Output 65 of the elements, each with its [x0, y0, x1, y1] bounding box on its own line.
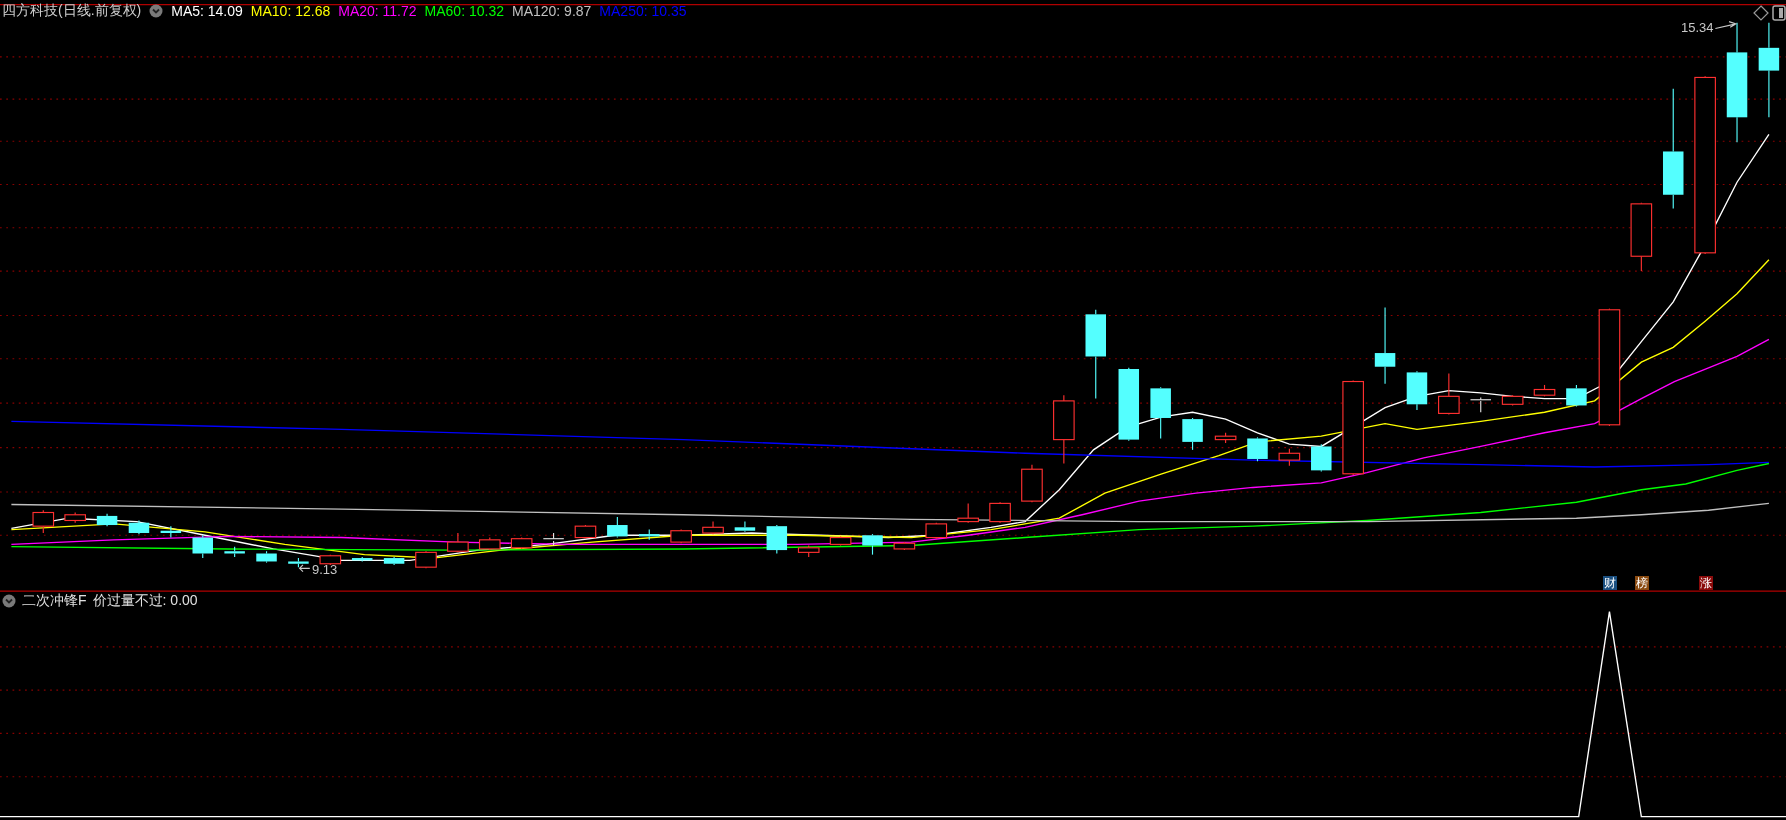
candlestick [128, 519, 150, 535]
moving-average-value: MA20: 11.72 [338, 3, 417, 19]
candlestick [957, 502, 979, 524]
candlestick [862, 533, 883, 556]
pointer-arrow [298, 564, 311, 573]
candlestick [893, 541, 916, 551]
candlestick [542, 532, 565, 547]
candlestick [319, 554, 342, 566]
candlestick [224, 546, 245, 558]
candlestick [1053, 394, 1075, 465]
candlestick [64, 511, 86, 524]
candlestick [1533, 384, 1556, 397]
candlestick [670, 529, 692, 544]
candlestick [192, 534, 213, 559]
panel-toggle-icon[interactable] [1772, 5, 1786, 21]
candlestick [1247, 436, 1268, 462]
candlestick [1438, 373, 1460, 416]
chart-title: 四方科技(日线.前复权) [2, 2, 142, 20]
candlestick [639, 529, 660, 541]
candlestick [734, 521, 756, 533]
candlestick [1566, 384, 1587, 408]
indicator-value: 价过量不过: 0.00 [92, 592, 198, 610]
candlestick [415, 550, 437, 569]
moving-average-value: MA120: 9.87 [511, 3, 592, 19]
candlestick [574, 524, 597, 540]
event-badge[interactable]: 榜 [1635, 576, 1649, 590]
price-label: 9.13 [312, 562, 338, 577]
candlestick [1311, 443, 1332, 473]
candlestick [1150, 386, 1171, 440]
candlestick [256, 550, 277, 564]
candlestick [1630, 202, 1653, 272]
candlestick [288, 557, 309, 568]
candlestick [1182, 417, 1203, 451]
candlestick [1469, 396, 1492, 413]
candlestick [160, 525, 182, 539]
candlestick [1021, 464, 1043, 503]
dropdown-icon[interactable] [149, 4, 164, 18]
candlestick [989, 501, 1011, 524]
price-label: 15.34 [1681, 20, 1714, 35]
candlestick [96, 513, 118, 527]
dropdown-icon[interactable] [2, 594, 16, 608]
candlestick [829, 535, 852, 547]
moving-average-value: MA60: 10.32 [424, 3, 504, 19]
event-badge[interactable]: 财 [1603, 576, 1617, 590]
candlestick [383, 556, 405, 566]
diamond-icon[interactable] [1753, 5, 1769, 21]
candlestick [1406, 370, 1428, 411]
moving-average-value: MA5: 14.09 [171, 3, 243, 19]
moving-average-value: MA10: 12.68 [250, 3, 331, 19]
candlestick [478, 537, 501, 551]
candlestick [1278, 448, 1301, 467]
candlestick [607, 516, 628, 539]
candlestick [766, 524, 788, 555]
candlestick [32, 509, 55, 534]
candlestick [510, 537, 533, 550]
candlestick [1501, 394, 1524, 406]
candlestick [702, 521, 724, 535]
moving-average-value: MA250: 10.35 [599, 3, 687, 19]
pointer-arrow [1714, 21, 1738, 30]
candlestick [1214, 432, 1237, 444]
candlestick [797, 544, 820, 558]
candlestick [925, 522, 948, 540]
indicator-name: 二次冲锋F [22, 592, 87, 610]
candlestick [447, 532, 469, 553]
event-badge[interactable]: 涨 [1699, 576, 1713, 590]
